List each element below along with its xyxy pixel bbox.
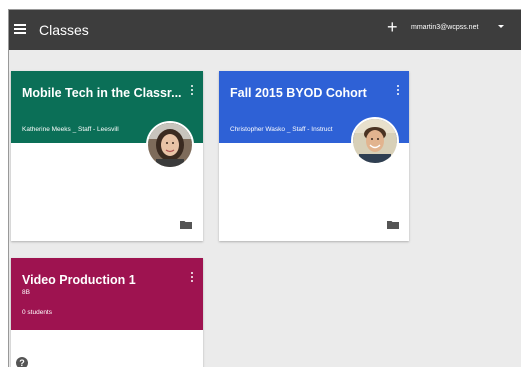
kebab-icon[interactable] (191, 85, 194, 97)
class-card-video-production[interactable]: Video Production 1 8B 0 students (11, 258, 203, 367)
kebab-icon[interactable] (191, 272, 194, 284)
kebab-icon[interactable] (397, 85, 400, 97)
folder-icon[interactable] (387, 220, 399, 229)
class-title[interactable]: Fall 2015 BYOD Cohort (230, 86, 390, 100)
classroom-window: Classes + mmartin3@wcpss.net Mobile Tech… (8, 9, 521, 367)
class-card-header: Video Production 1 8B 0 students (11, 258, 203, 330)
class-title[interactable]: Video Production 1 (22, 273, 182, 287)
account-email[interactable]: mmartin3@wcpss.net (411, 24, 478, 31)
menu-icon[interactable] (14, 24, 26, 34)
avatar (146, 121, 194, 169)
page-title: Classes (39, 22, 89, 38)
avatar (351, 117, 399, 165)
student-count: 0 students (22, 309, 52, 316)
class-teacher: Christopher Wasko _ Staff - Instruct (230, 126, 333, 133)
class-card-byod-cohort[interactable]: Fall 2015 BYOD Cohort Christopher Wasko … (219, 71, 409, 241)
class-section: 8B (22, 289, 30, 296)
class-title[interactable]: Mobile Tech in the Classr... (22, 86, 182, 100)
app-bar: Classes + mmartin3@wcpss.net (9, 10, 521, 50)
folder-icon[interactable] (180, 220, 192, 229)
class-teacher: Katherine Meeks _ Staff - Leesvill (22, 126, 119, 133)
class-card-mobile-tech[interactable]: Mobile Tech in the Classr... Katherine M… (11, 71, 203, 241)
chevron-down-icon[interactable] (498, 25, 504, 28)
plus-icon[interactable]: + (387, 17, 398, 37)
